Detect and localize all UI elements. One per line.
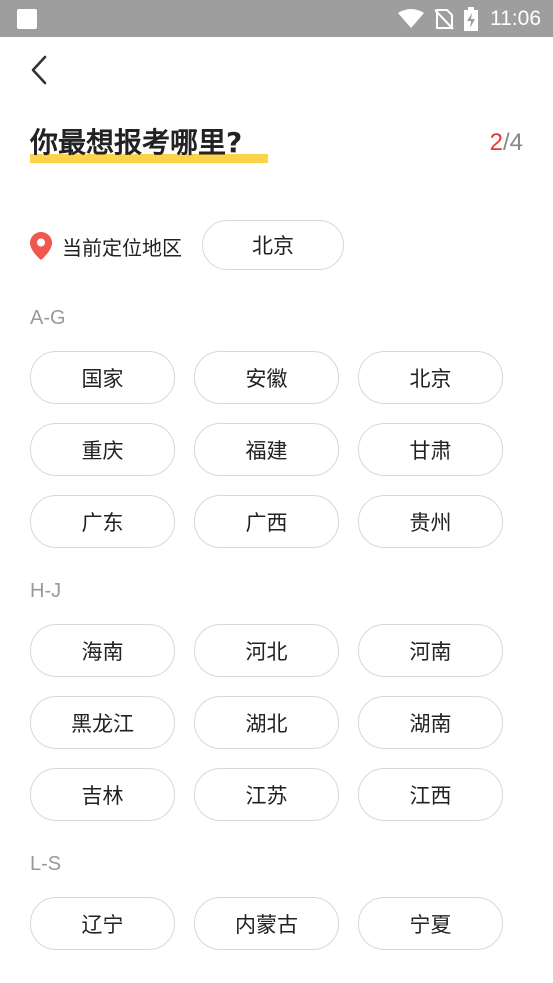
section-header-a-g: A-G (30, 307, 66, 329)
region-chip-guizhou[interactable]: 贵州 (358, 495, 503, 548)
status-time: 11:06 (490, 6, 541, 30)
region-chip-beijing[interactable]: 北京 (358, 351, 503, 404)
region-chip-guojia[interactable]: 国家 (30, 351, 175, 404)
step-separator: / (502, 129, 510, 156)
location-chip[interactable]: 北京 (202, 220, 344, 270)
location-label: 当前定位地区 (62, 235, 182, 260)
step-current: 2 (489, 129, 503, 156)
title-block: 你最想报考哪里? (30, 124, 268, 163)
wifi-icon (398, 8, 424, 28)
region-chip-guangxi[interactable]: 广西 (194, 495, 339, 548)
region-chip-chongqing[interactable]: 重庆 (30, 423, 175, 476)
region-chip-guangdong[interactable]: 广东 (30, 495, 175, 548)
location-pin-icon (30, 232, 52, 260)
region-chip-ningxia[interactable]: 宁夏 (358, 897, 503, 950)
region-chip-fujian[interactable]: 福建 (194, 423, 339, 476)
step-indicator: 2/4 (490, 128, 523, 158)
no-sim-icon (434, 8, 454, 30)
region-chip-jiangsu[interactable]: 江苏 (194, 768, 339, 821)
region-chip-henan[interactable]: 河南 (358, 624, 503, 677)
battery-charging-icon (464, 6, 478, 31)
region-chip-anhui[interactable]: 安徽 (194, 351, 339, 404)
notification-icon (17, 9, 37, 29)
region-grid-a-g: 国家 安徽 北京 重庆 福建 甘肃 广东 广西 贵州 (30, 351, 504, 548)
region-chip-gansu[interactable]: 甘肃 (358, 423, 503, 476)
region-chip-jiangxi[interactable]: 江西 (358, 768, 503, 821)
status-icons: 11:06 (398, 0, 541, 37)
region-chip-neimenggu[interactable]: 内蒙古 (194, 897, 339, 950)
region-grid-h-j: 海南 河北 河南 黑龙江 湖北 湖南 吉林 江苏 江西 (30, 624, 504, 821)
region-chip-hunan[interactable]: 湖南 (358, 696, 503, 749)
page-title: 你最想报考哪里? (30, 126, 243, 159)
region-chip-liaoning[interactable]: 辽宁 (30, 897, 175, 950)
current-location-row: 当前定位地区 北京 (30, 220, 344, 272)
back-button[interactable] (22, 52, 56, 88)
step-total: 4 (509, 129, 523, 156)
section-header-h-j: H-J (30, 580, 62, 602)
region-chip-hebei[interactable]: 河北 (194, 624, 339, 677)
back-arrow-icon (31, 55, 47, 85)
region-chip-hainan[interactable]: 海南 (30, 624, 175, 677)
region-grid-l-s: 辽宁 内蒙古 宁夏 (30, 897, 504, 950)
region-chip-jilin[interactable]: 吉林 (30, 768, 175, 821)
region-chip-heilongjiang[interactable]: 黑龙江 (30, 696, 175, 749)
section-header-l-s: L-S (30, 853, 62, 875)
status-bar: 11:06 (0, 0, 553, 37)
region-chip-hubei[interactable]: 湖北 (194, 696, 339, 749)
